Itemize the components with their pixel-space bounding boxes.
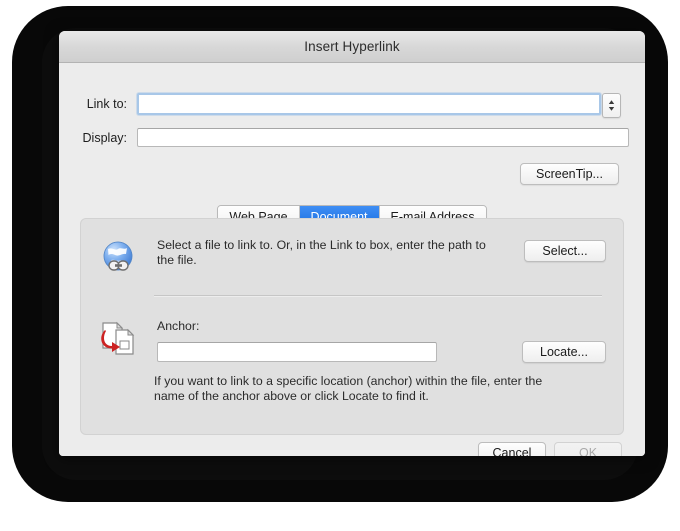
up-down-stepper-icon [608,100,615,111]
anchor-help-text: If you want to link to a specific locati… [154,374,543,403]
screentip-button[interactable]: ScreenTip... [520,163,619,185]
document-tab-panel: Select a file to link to. Or, in the Lin… [80,218,624,435]
insert-hyperlink-dialog: Insert Hyperlink Link to: Display: Scree… [59,31,645,456]
screentip-button-label: ScreenTip... [536,167,603,181]
display-label: Display: [82,130,127,145]
locate-anchor-button[interactable]: Locate... [522,341,606,363]
select-file-button[interactable]: Select... [524,240,606,262]
anchor-input[interactable] [157,342,437,362]
display-input[interactable] [137,128,629,147]
locate-anchor-button-label: Locate... [540,345,588,359]
cancel-button-label: Cancel [492,446,532,456]
globe-link-icon [99,238,139,283]
anchor-document-icon [100,321,138,362]
ok-button[interactable]: OK [554,442,622,456]
ok-button-label: OK [578,446,598,456]
dialog-body: Link to: Display: ScreenTip... Web Page … [59,63,645,456]
panel-divider [154,295,602,297]
select-file-description: Select a file to link to. Or, in the Lin… [157,238,486,267]
link-to-label: Link to: [86,97,127,111]
anchor-label: Anchor: [157,319,200,333]
link-to-stepper[interactable] [602,93,621,118]
device-frame: Insert Hyperlink Link to: Display: Scree… [12,6,668,502]
link-to-input[interactable] [137,93,601,115]
dialog-titlebar: Insert Hyperlink [59,31,645,63]
display-row: Display: [71,128,629,147]
link-to-row: Link to: [71,93,601,115]
cancel-button[interactable]: Cancel [478,442,546,456]
select-file-button-label: Select... [542,244,588,258]
dialog-title: Insert Hyperlink [304,39,400,54]
